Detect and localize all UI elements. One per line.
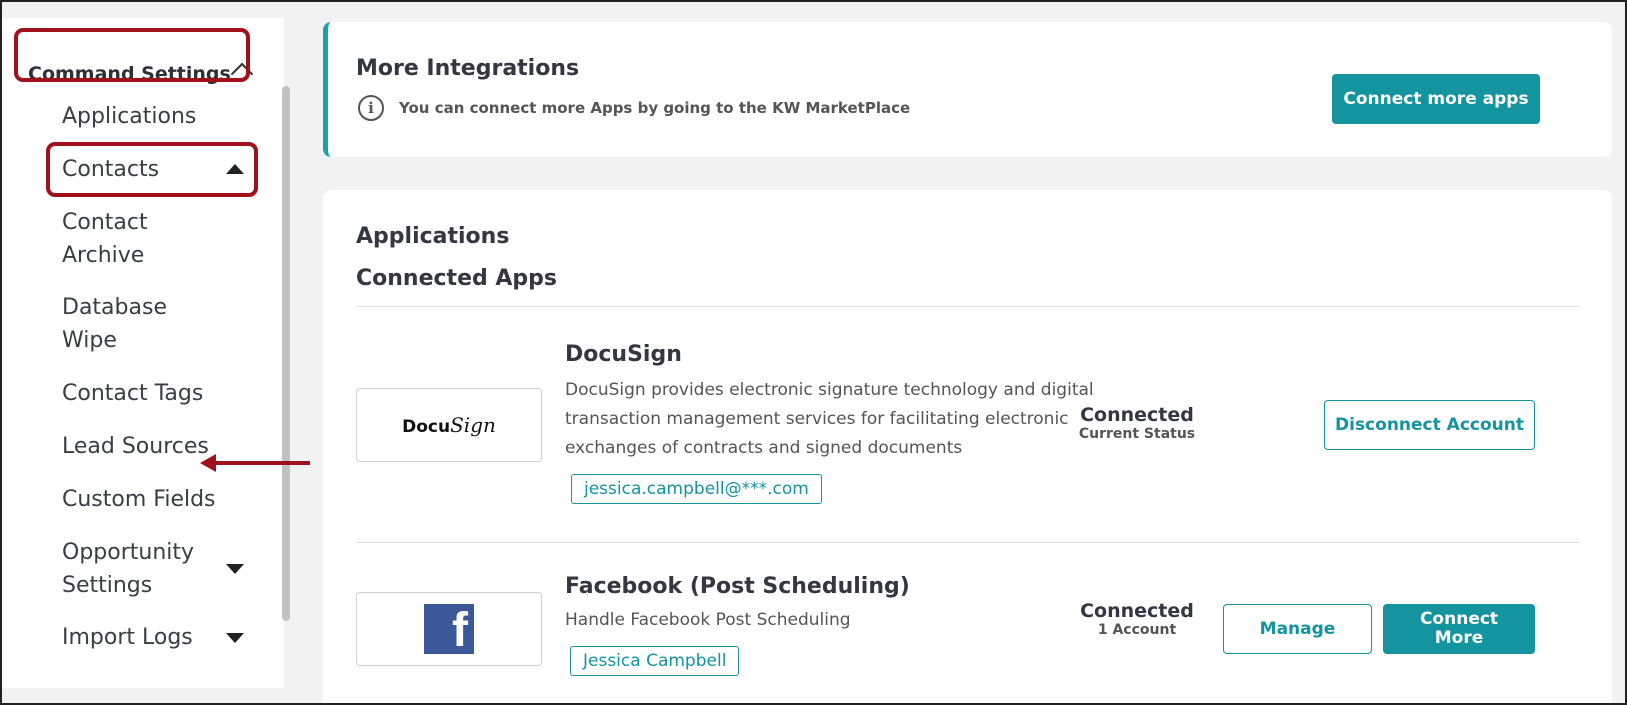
app-description: Handle Facebook Post Scheduling	[565, 610, 851, 630]
app-name-facebook: Facebook (Post Scheduling)	[565, 574, 910, 599]
sidebar-item-database-wipe[interactable]: Database Wipe	[62, 291, 167, 357]
sidebar-scrollbar[interactable]	[282, 86, 290, 621]
more-integrations-title: More Integrations	[356, 56, 580, 81]
sidebar-item-label: Database	[62, 295, 167, 320]
sidebar-item-custom-fields[interactable]: Custom Fields	[62, 483, 216, 516]
sidebar: Command Settings Applications Contacts C…	[2, 18, 284, 688]
divider	[356, 542, 1580, 543]
sidebar-item-lead-sources[interactable]: Lead Sources	[62, 430, 209, 463]
divider	[356, 306, 1580, 307]
more-integrations-card: More Integrations i You can connect more…	[323, 22, 1612, 157]
sidebar-item-applications[interactable]: Applications	[62, 100, 196, 133]
status-label: Connected	[1080, 404, 1194, 426]
connection-status: Connected Current Status	[1057, 404, 1217, 442]
manage-button[interactable]: Manage	[1223, 604, 1372, 654]
facebook-icon: f	[424, 604, 474, 657]
sidebar-item-import-logs[interactable]: Import Logs	[62, 621, 193, 654]
sidebar-item-label: Contact	[62, 210, 148, 235]
desc-line: DocuSign provides electronic signature t…	[565, 380, 1094, 400]
caret-down-icon[interactable]	[226, 564, 244, 574]
applications-title: Applications	[356, 224, 510, 249]
account-tag: jessica.campbell@***.com	[571, 474, 822, 504]
sidebar-item-label: Wipe	[62, 328, 117, 353]
disconnect-account-button[interactable]: Disconnect Account	[1324, 400, 1535, 450]
desc-line: exchanges of contracts and signed docume…	[565, 438, 963, 458]
connection-status: Connected 1 Account	[1057, 600, 1217, 638]
applications-card: Applications Connected Apps DocuSign Doc…	[323, 190, 1612, 705]
connect-more-apps-button[interactable]: Connect more apps	[1332, 74, 1540, 124]
annotation-arrow-head	[200, 454, 216, 472]
sidebar-item-contact-archive[interactable]: Contact Archive	[62, 206, 148, 272]
status-label: Connected	[1080, 600, 1194, 622]
annotation-arrow-line	[212, 461, 310, 465]
caret-down-icon[interactable]	[226, 633, 244, 643]
sidebar-item-label: Archive	[62, 243, 145, 268]
sidebar-item-label: Opportunity	[62, 540, 195, 565]
docusign-logo: DocuSign	[356, 388, 542, 462]
highlight-box-contacts	[46, 142, 258, 197]
connected-apps-title: Connected Apps	[356, 266, 558, 291]
sidebar-item-contact-tags[interactable]: Contact Tags	[62, 377, 203, 410]
status-sublabel: 1 Account	[1097, 622, 1177, 638]
facebook-logo: f	[356, 592, 542, 666]
connect-more-label: More	[1434, 628, 1484, 648]
connect-more-button[interactable]: Connect More	[1383, 604, 1535, 654]
integrations-info-text: You can connect more Apps by going to th…	[399, 99, 911, 117]
connect-more-label: Connect	[1419, 609, 1499, 629]
account-tag: Jessica Campbell	[570, 646, 740, 676]
sidebar-item-label: Settings	[62, 573, 153, 598]
status-sublabel: Current Status	[1078, 426, 1196, 442]
desc-line: transaction management services for faci…	[565, 409, 1069, 429]
highlight-box-command-settings	[14, 28, 250, 82]
app-description: DocuSign provides electronic signature t…	[565, 376, 1094, 463]
facebook-logo-text: f	[452, 604, 468, 657]
docusign-logo-script: Sign	[450, 413, 496, 437]
docusign-logo-text: Docu	[402, 417, 451, 437]
info-icon: i	[358, 95, 384, 121]
app-name-docusign: DocuSign	[565, 342, 682, 367]
sidebar-item-opportunity-settings[interactable]: Opportunity Settings	[62, 536, 194, 602]
